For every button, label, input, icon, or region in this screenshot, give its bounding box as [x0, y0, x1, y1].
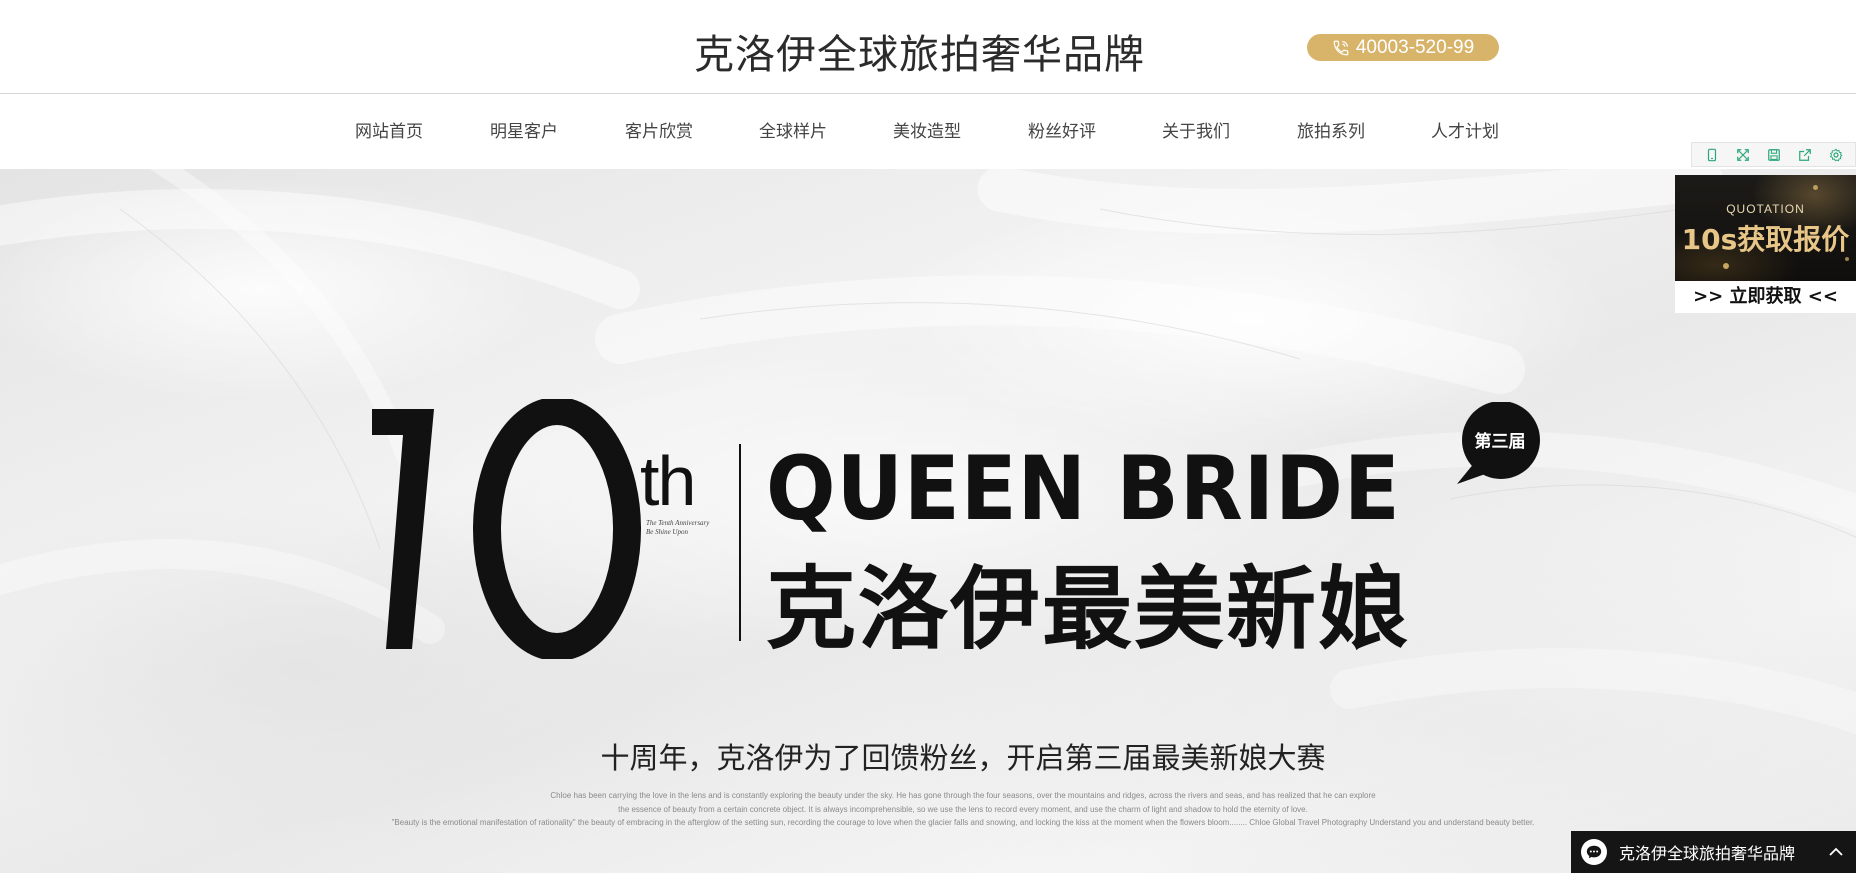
hero-description-line: Chloe has been carrying the love in the …: [550, 791, 1376, 800]
anniversary-line-2: Be Shine Upon: [646, 528, 688, 536]
nav-item-talent-program[interactable]: 人才计划: [1431, 117, 1499, 142]
settings-icon[interactable]: [1827, 146, 1845, 164]
title-divider: [739, 444, 741, 641]
floating-toolbar: [1691, 142, 1856, 167]
nav-item-fan-reviews[interactable]: 粉丝好评: [1028, 117, 1096, 142]
save-icon[interactable]: [1765, 146, 1783, 164]
site-title[interactable]: 克洛伊全球旅拍奢华品牌: [694, 22, 1145, 80]
quotation-widget[interactable]: QUOTATION 10s获取报价 >> 立即获取 <<: [1675, 175, 1856, 313]
title-chinese: 克洛伊最美新娘: [766, 557, 1410, 662]
nav-item-home[interactable]: 网站首页: [355, 117, 423, 142]
chat-label: 克洛伊全球旅拍奢华品牌: [1619, 844, 1796, 863]
get-quote-button[interactable]: >> 立即获取 <<: [1675, 281, 1856, 313]
quotation-label: QUOTATION: [1726, 202, 1805, 216]
phone-icon: [1333, 40, 1349, 55]
ten-numeral: [372, 399, 641, 659]
nav-item-celebrity-clients[interactable]: 明星客户: [490, 117, 558, 142]
main-nav: 网站首页 明星客户 客片欣赏 全球样片 美妆造型 粉丝好评 关于我们 旅拍系列 …: [0, 95, 1856, 169]
chat-bar[interactable]: 克洛伊全球旅拍奢华品牌: [1571, 831, 1856, 873]
anniversary-line-1: The Tenth Anniversary: [646, 519, 710, 527]
fullscreen-icon[interactable]: [1734, 146, 1752, 164]
phone-button[interactable]: 40003-520-99: [1307, 34, 1499, 61]
ordinal-suffix: th: [640, 442, 696, 520]
phone-number: 40003-520-99: [1355, 36, 1475, 58]
hero-description-line: "Beauty is the emotional manifestation o…: [391, 818, 1535, 827]
anniversary-caption: The Tenth Anniversary Be Shine Upon: [646, 519, 709, 537]
hero-banner[interactable]: th The Tenth Anniversary Be Shine Upon Q…: [0, 169, 1856, 873]
quotation-title: 10s获取报价: [1681, 223, 1850, 256]
chat-bubble-icon: [1581, 839, 1607, 865]
hero-description-line: the essence of beauty from a certain con…: [618, 805, 1308, 814]
site-header: 克洛伊全球旅拍奢华品牌 40003-520-99: [0, 0, 1856, 94]
nav-item-makeup-styling[interactable]: 美妆造型: [893, 117, 961, 142]
nav-item-travel-series[interactable]: 旅拍系列: [1297, 117, 1365, 142]
nav-item-global-samples[interactable]: 全球样片: [759, 117, 827, 142]
badge-label: 第三届: [1474, 432, 1526, 452]
sparkle-dot: [1723, 263, 1729, 269]
chevron-up-icon[interactable]: [1828, 844, 1844, 860]
sparkle-dot: [1813, 185, 1818, 190]
share-icon[interactable]: [1796, 146, 1814, 164]
title-english: QUEEN BRIDE: [766, 437, 1401, 540]
nav-item-client-gallery[interactable]: 客片欣赏: [625, 117, 693, 142]
quotation-banner: QUOTATION 10s获取报价: [1675, 175, 1856, 281]
nav-item-about-us[interactable]: 关于我们: [1162, 117, 1230, 142]
hero-subtitle: 十周年，克洛伊为了回馈粉丝，开启第三届最美新娘大赛: [600, 741, 1326, 775]
mobile-icon[interactable]: [1703, 146, 1721, 164]
